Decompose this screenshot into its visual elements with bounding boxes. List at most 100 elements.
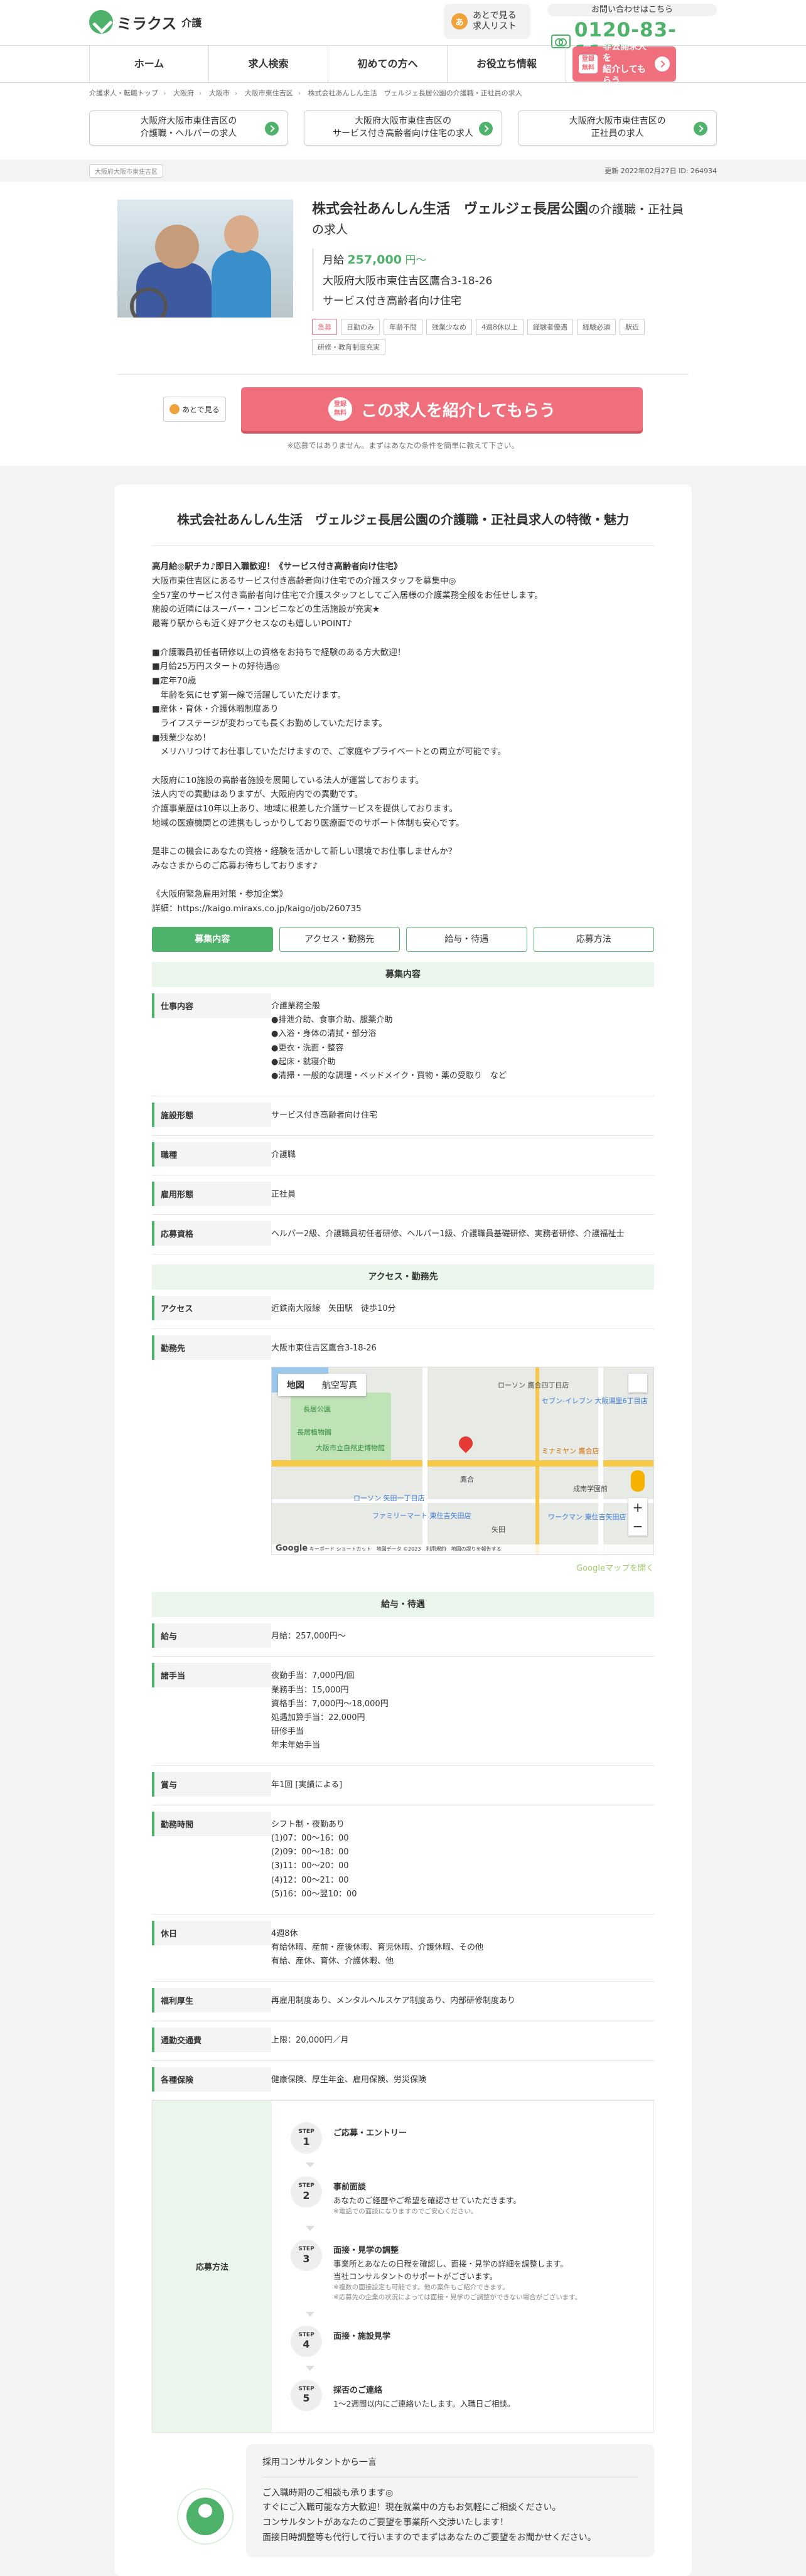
table-row: 各種保険 健康保険、厚生年金、雇用保険、労災保険 bbox=[152, 2061, 654, 2101]
salary-value: 257,000 bbox=[347, 252, 402, 267]
area-link-facility[interactable]: 大阪府大阪市東住吉区の サービス付き高齢者向け住宅の求人 bbox=[303, 110, 503, 146]
map-label: ローソン 矢田一丁目店 bbox=[353, 1494, 425, 1503]
table-row: 給与 月給：257,000円〜 bbox=[152, 1617, 654, 1657]
zoom-in-icon[interactable]: + bbox=[628, 1498, 647, 1517]
map-pin-icon[interactable] bbox=[456, 1433, 476, 1453]
free-badge: 登録 無料 bbox=[328, 397, 353, 422]
step-word: STEP bbox=[298, 2246, 314, 2253]
step-note: ※複数の面接設定も可能です。他の案件もご紹介できます。 ※応募先の企業の状況によ… bbox=[333, 2284, 582, 2301]
nav-job-search[interactable]: 求人検索 bbox=[208, 46, 328, 82]
tab-apply[interactable]: 応募方法 bbox=[533, 927, 654, 953]
area-link-label: 大阪府大阪市東住吉区の 介護職・ヘルパーの求人 bbox=[140, 116, 237, 139]
step-number: 2 bbox=[303, 2189, 310, 2202]
introduce-job-label: この求人を紹介してもらう bbox=[361, 401, 556, 420]
step-number: 3 bbox=[303, 2252, 310, 2265]
nav-hidden-jobs-button[interactable]: 登録 無料 非公開求人を 紹介してもらう bbox=[572, 42, 676, 86]
apply-step: STEP 5 採否のご連絡 1〜2週間以内にご連絡いたします。入職日ご相談。 bbox=[272, 2371, 653, 2420]
job-address: 大阪府大阪市東住吉区鷹合3-18-26 bbox=[312, 270, 689, 292]
map-label: 長居公園 bbox=[303, 1405, 331, 1414]
table-row: 休日 4週8休 有給休暇、産前・産後休暇、育児休暇、介護休暇、その他 有給、産休、… bbox=[152, 1915, 654, 1982]
row-value: 介護業務全般 ●排泄介助、食事介助、服薬介助 ●入浴・身体の清拭・部分浴 ●更衣… bbox=[271, 1002, 507, 1081]
row-value: 正社員 bbox=[271, 1190, 296, 1200]
pegman-icon[interactable] bbox=[631, 1470, 645, 1492]
consultant-avatar bbox=[177, 2488, 234, 2545]
pay-rows: 給与 月給：257,000円〜 諸手当 夜勤手当：7,000円/回 業務手当：15,0… bbox=[152, 1617, 654, 2101]
table-row: 福利厚生 再雇用制度あり、メンタルヘルスケア制度あり、内部研修制度あり bbox=[152, 1982, 654, 2022]
breadcrumb-item[interactable]: 大阪市東住吉区 bbox=[245, 89, 293, 97]
zoom-out-icon[interactable]: − bbox=[628, 1517, 647, 1536]
step-badge: STEP 4 bbox=[291, 2325, 322, 2357]
row-label: 施設形態 bbox=[152, 1102, 271, 1127]
chevron-right-icon bbox=[655, 56, 670, 72]
row-label: 勤務時間 bbox=[152, 1812, 271, 1837]
job-facility: サービス付き高齢者向け住宅 bbox=[312, 291, 689, 312]
step-word: STEP bbox=[298, 2385, 314, 2392]
area-link-care[interactable]: 大阪府大阪市東住吉区の 介護職・ヘルパーの求人 bbox=[89, 110, 288, 146]
global-nav: ホーム 求人検索 初めての方へ お役立ち情報 登録 無料 非公開求人を 紹介して… bbox=[0, 42, 806, 86]
site-logo[interactable]: ミラクス 介護 bbox=[89, 10, 202, 34]
cta-note: ※応募ではありません。まずはあなたの条件を簡単に教えて下さい。 bbox=[287, 441, 519, 451]
area-link-label: 大阪府大阪市東住吉区の 正社員の求人 bbox=[569, 116, 666, 139]
breadcrumb-item[interactable]: 介護求人・転職トップ bbox=[89, 89, 158, 97]
logo-text: ミラクス bbox=[117, 14, 177, 33]
step-word: STEP bbox=[298, 2129, 314, 2135]
step-arrow-icon bbox=[306, 2311, 314, 2317]
row-label: 諸手当 bbox=[152, 1663, 271, 1688]
map-label: ローソン 鷹合四丁目店 bbox=[498, 1381, 569, 1390]
tab-recruit[interactable]: 募集内容 bbox=[152, 927, 273, 953]
tab-pay[interactable]: 給与・待遇 bbox=[406, 927, 527, 953]
breadcrumb-item[interactable]: 大阪府 bbox=[173, 89, 194, 97]
row-value: 再雇用制度あり、メンタルヘルスケア制度あり、内部研修制度あり bbox=[271, 1996, 515, 2006]
job-tag: 日勤のみ bbox=[341, 319, 380, 336]
map-tab-satellite[interactable]: 航空写真 bbox=[313, 1374, 366, 1396]
save-later-button[interactable]: あとで見る bbox=[163, 397, 226, 422]
consultant-title: 採用コンサルタントから一言 bbox=[262, 2456, 638, 2477]
breadcrumb-current: 株式会社あんしん生活 ヴェルジェ長居公園の介護職・正社員の求人 bbox=[308, 89, 522, 97]
map-label: 長居植物園 bbox=[297, 1428, 331, 1437]
breadcrumb-item[interactable]: 大阪市 bbox=[209, 89, 230, 97]
salary-prefix: 月給 bbox=[323, 254, 344, 267]
area-link-label: 大阪府大阪市東住吉区の サービス付き高齢者向け住宅の求人 bbox=[333, 116, 473, 139]
area-tag[interactable]: 大阪府大阪市東住吉区 bbox=[89, 164, 163, 178]
step-number: 5 bbox=[303, 2392, 310, 2405]
nav-beginners[interactable]: 初めての方へ bbox=[328, 46, 447, 82]
row-label: 賞与 bbox=[152, 1772, 271, 1797]
open-google-maps-link[interactable]: Googleマップを開く bbox=[271, 1561, 654, 1573]
nav-useful-info[interactable]: お役立ち情報 bbox=[447, 46, 566, 82]
step-text: 1〜2週間以内にご連絡いたします。入職日ご相談。 bbox=[333, 2398, 515, 2408]
logo-check-icon bbox=[89, 10, 113, 34]
row-label: 応募資格 bbox=[152, 1221, 271, 1246]
table-row: 応募資格 ヘルパー2級、介護職員初任者研修、ヘルパー1級、介護職員基礎研修、実務者… bbox=[152, 1215, 654, 1255]
table-row: 勤務時間 シフト制・夜勤あり (1)07：00〜16：00 (2)09：00〜18… bbox=[152, 1805, 654, 1915]
step-arrow-icon bbox=[306, 2365, 314, 2371]
later-list-button[interactable]: あ あとで見る 求人リスト bbox=[444, 4, 530, 39]
zoom-control[interactable]: + − bbox=[628, 1498, 647, 1536]
free-badge: 登録 無料 bbox=[579, 55, 598, 73]
map-tab-map[interactable]: 地図 bbox=[278, 1374, 313, 1396]
area-link-fulltime[interactable]: 大阪府大阪市東住吉区の 正社員の求人 bbox=[518, 110, 717, 146]
row-label: 福利厚生 bbox=[152, 1987, 271, 2012]
tab-access[interactable]: アクセス・勤務先 bbox=[279, 927, 400, 953]
row-value: 月給：257,000円〜 bbox=[271, 1632, 346, 1642]
section-access-head: アクセス・勤務先 bbox=[152, 1264, 654, 1290]
map-label: ワークマン 東住吉矢田店 bbox=[548, 1513, 626, 1522]
introduce-job-button[interactable]: 登録 無料 この求人を紹介してもらう bbox=[241, 387, 643, 432]
step-badge: STEP 3 bbox=[291, 2240, 322, 2272]
step-title: ご応募・エントリー bbox=[333, 2129, 407, 2139]
chevron-right-icon bbox=[479, 122, 493, 136]
table-row: アクセス 近鉄南大阪線 矢田駅 徒歩10分 bbox=[152, 1290, 654, 1330]
row-value: 介護職 bbox=[271, 1150, 296, 1160]
map-label: セブン-イレブン 大阪湯里6丁目店 bbox=[542, 1397, 648, 1406]
row-label: 給与 bbox=[152, 1623, 271, 1649]
row-label: 職種 bbox=[152, 1141, 271, 1167]
later-list-icon: あ bbox=[451, 13, 468, 29]
map-embed[interactable]: ローソン 鷹合四丁目店 セブン-イレブン 大阪湯里6丁目店 長居公園 大阪市立自… bbox=[271, 1367, 654, 1556]
row-value: 年1回 [実績による] bbox=[271, 1780, 343, 1790]
step-badge: STEP 1 bbox=[291, 2122, 322, 2154]
nav-home[interactable]: ホーム bbox=[89, 46, 208, 82]
step-arrow-icon bbox=[306, 2226, 314, 2231]
desc-body: 大阪市東住吉区にあるサービス付き高齢者向け住宅での介護スタッフを募集中◎ 全57… bbox=[152, 576, 543, 914]
step-title: 採否のご連絡 bbox=[333, 2385, 383, 2395]
job-tags: 急募 日勤のみ 年齢不問 残業少なめ 4週8休以上 経験者優遇 経験必須 駅近 … bbox=[312, 319, 689, 356]
fullscreen-icon[interactable] bbox=[628, 1374, 647, 1393]
